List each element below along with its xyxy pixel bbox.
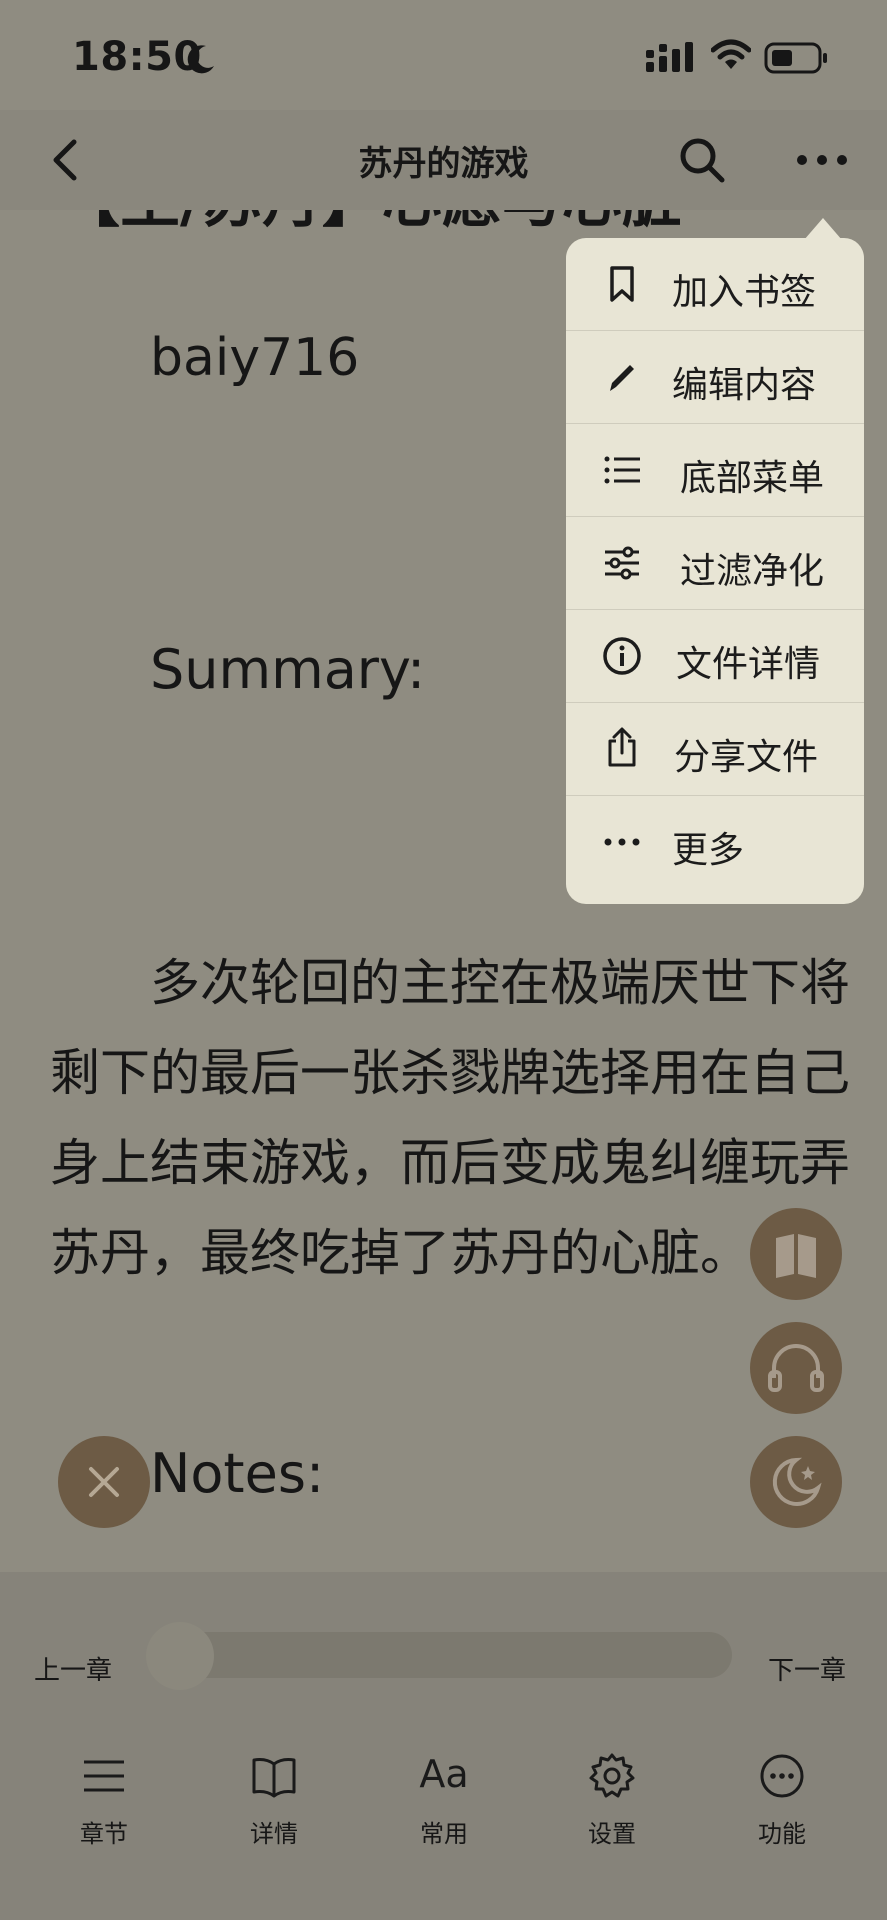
tab-label: 功能 [758,1820,806,1848]
search-icon[interactable] [676,134,728,186]
menu-lines-icon [84,1760,124,1792]
slider-thumb[interactable] [146,1622,214,1690]
menu-item-label: 文件详情 [676,644,821,685]
menu-item-share[interactable]: 分享文件 [566,703,864,796]
summary-paragraph: 多次轮回的主控在极端厌世下将剩下的最后一张杀戮牌选择用在自己身上结束游戏，而后变… [50,954,850,1282]
read-mode-button[interactable] [750,1208,842,1300]
menu-item-label: 分享文件 [674,737,819,778]
top-navigation-bar: 苏丹的游戏 [0,110,887,210]
tab-details[interactable]: 详情 [224,1752,324,1862]
sliders-icon [605,546,639,580]
bookmark-icon [610,266,634,302]
notes-label: Notes: [150,1442,325,1505]
status-time: 18:50 [72,34,202,80]
book-icon [252,1758,296,1798]
menu-item-label: 底部菜单 [680,458,825,499]
chapter-progress-slider[interactable] [148,1632,732,1678]
tab-label: 章节 [80,1820,128,1848]
wifi-icon [711,39,751,69]
chapter-title: 【主/苏丹】心愿与心脏 [60,210,682,239]
menu-item-label: 编辑内容 [672,365,817,406]
menu-item-filter[interactable]: 过滤净化 [566,517,864,610]
options-popup-menu: 加入书签 编辑内容 底部菜单 过滤净化 文件详情 分享文件 更多 [566,238,864,904]
next-chapter-button[interactable]: 下一章 [768,1650,846,1687]
menu-item-more[interactable]: 更多 [566,796,864,888]
status-bar: 18:50 [0,0,887,110]
more-options-icon[interactable] [792,134,852,186]
menu-item-label: 加入书签 [672,272,817,313]
menu-item-file-info[interactable]: 文件详情 [566,610,864,703]
listen-button[interactable] [750,1322,842,1414]
font-icon: Aa [419,1752,469,1796]
tab-label: 常用 [420,1820,468,1848]
menu-item-label: 更多 [672,830,745,871]
battery-icon [764,42,827,74]
menu-caret [804,218,842,240]
tab-functions[interactable]: 功能 [732,1752,832,1862]
tab-common[interactable]: Aa 常用 [394,1752,494,1862]
close-icon [89,1467,119,1497]
tab-label: 设置 [588,1820,636,1848]
menu-item-bookmark[interactable]: 加入书签 [566,238,864,331]
bottom-toolbar: 上一章 下一章 章节 详情 Aa 常用 设置 功能 [0,1572,887,1920]
list-icon [604,456,640,484]
moon-star-icon [772,1457,822,1506]
gear-icon [589,1753,635,1798]
close-button[interactable] [58,1436,150,1528]
menu-item-label: 过滤净化 [680,551,825,592]
tab-chapters[interactable]: 章节 [54,1752,154,1862]
tab-label: 详情 [250,1820,298,1848]
moon-icon [187,45,214,74]
summary-label: Summary: [150,638,426,701]
share-icon [608,727,636,767]
author-name: baiy716 [150,328,360,388]
more-circle-icon [760,1754,804,1798]
info-icon [603,637,641,675]
book-title: 苏丹的游戏 [358,144,529,184]
cellular-signal-icon [646,42,693,72]
menu-item-edit[interactable]: 编辑内容 [566,331,864,424]
prev-chapter-button[interactable]: 上一章 [34,1650,112,1687]
menu-item-bottom-menu[interactable]: 底部菜单 [566,424,864,517]
pencil-icon [610,365,634,391]
ellipsis-icon [604,838,640,846]
night-mode-button[interactable] [750,1436,842,1528]
book-open-icon [776,1234,816,1278]
headphones-icon [768,1344,824,1392]
tab-settings[interactable]: 设置 [562,1752,662,1862]
